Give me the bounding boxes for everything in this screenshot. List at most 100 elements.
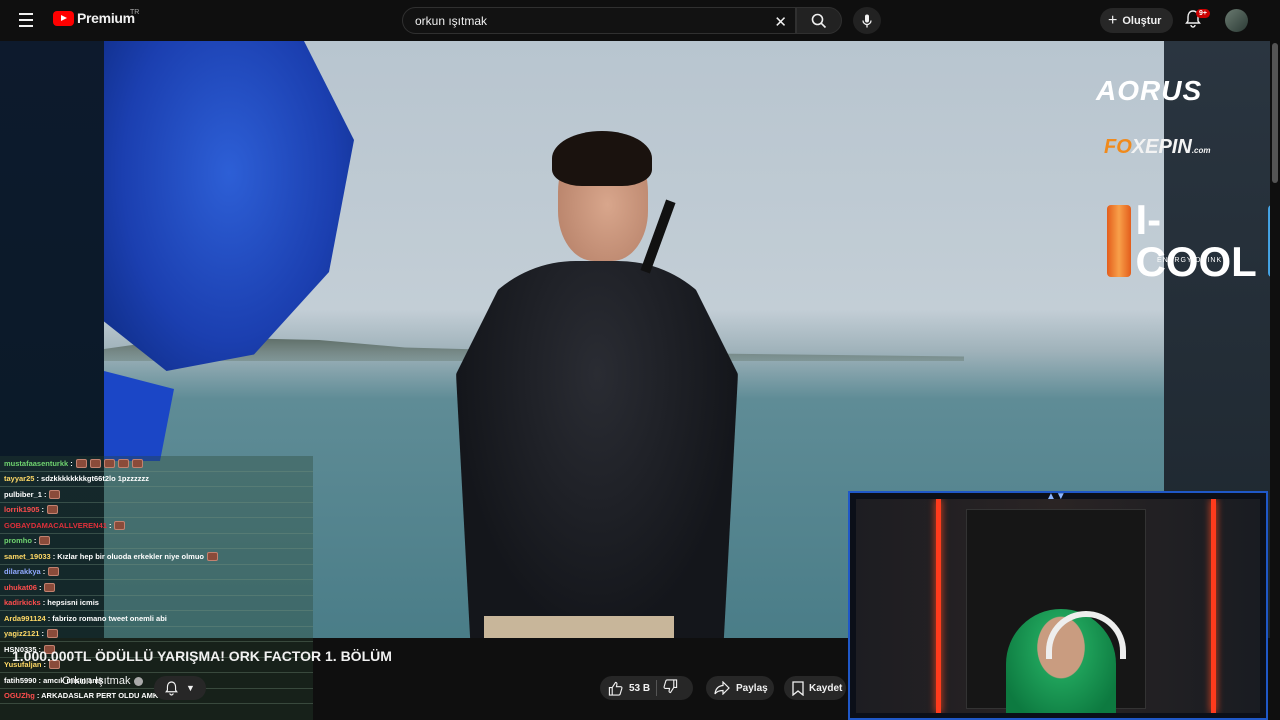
icool-subtitle: ENERGY DRINK bbox=[1157, 257, 1223, 264]
chat-text: : bbox=[42, 567, 46, 577]
chat-text: : sdzkkkkkkkkgt66t2lo 1pzzzzzz bbox=[36, 474, 149, 484]
youtube-logo[interactable]: Premium bbox=[53, 10, 135, 26]
chat-text: : Kızlar hep bir oluoda erkekler niye ol… bbox=[52, 551, 205, 561]
chat-username: fatih5990 bbox=[4, 675, 37, 685]
chat-text: : bbox=[41, 629, 44, 639]
person-pants bbox=[484, 616, 674, 638]
chat-message: samet_19033: Kızlar hep bir oluoda erkek… bbox=[0, 549, 313, 565]
channel-info[interactable]: Orkun Işıtmak bbox=[62, 675, 144, 687]
voice-search-button[interactable] bbox=[853, 7, 881, 34]
foxepin-accent: FO bbox=[1104, 136, 1132, 158]
search-button[interactable] bbox=[796, 7, 842, 34]
notification-badge: 9+ bbox=[1196, 9, 1210, 18]
webcam-frame-logo: ▲▼ bbox=[1046, 491, 1066, 502]
create-button[interactable]: + Oluştur bbox=[1100, 8, 1173, 33]
share-label: Paylaş bbox=[736, 682, 768, 694]
chat-username: GOBAYDAMACALLVEREN41 bbox=[4, 520, 107, 530]
video-title: 1.000.000TL ÖDÜLLÜ YARIŞMA! ORK FACTOR 1… bbox=[12, 648, 392, 664]
chat-emote bbox=[39, 536, 51, 546]
chat-text: : bbox=[108, 520, 112, 530]
chat-emote bbox=[49, 489, 61, 499]
chat-emote bbox=[89, 458, 101, 468]
logo-text: Premium bbox=[77, 10, 135, 26]
chat-emote bbox=[44, 582, 56, 592]
top-bar: Premium TR ✕ + Oluştur 9+ bbox=[0, 0, 1280, 41]
chat-message: Arda991124: fabrizo romano tweet onemli … bbox=[0, 611, 313, 627]
region-code: TR bbox=[130, 9, 140, 16]
chat-username: lorrik1905 bbox=[4, 505, 40, 515]
blue-tarp bbox=[104, 41, 354, 371]
verified-icon bbox=[134, 676, 144, 686]
like-dislike-group: 53 B bbox=[600, 676, 693, 700]
chat-emote bbox=[131, 458, 143, 468]
avatar[interactable] bbox=[1225, 9, 1248, 32]
chat-username: yagiz2121 bbox=[4, 629, 40, 639]
channel-name[interactable]: Orkun Işıtmak bbox=[62, 675, 130, 687]
chat-message: kadirkicks: hepsisni icmis bbox=[0, 596, 313, 611]
icool-text: I-COOL bbox=[1135, 196, 1257, 285]
webcam-feed bbox=[856, 499, 1260, 713]
scrollbar-thumb[interactable] bbox=[1272, 43, 1278, 183]
foxepin-domain: .com bbox=[1191, 146, 1211, 155]
foxepin-rest: XEPIN bbox=[1131, 136, 1192, 158]
chat-username: dilarakkya bbox=[4, 567, 41, 577]
clear-search-icon[interactable]: ✕ bbox=[774, 13, 787, 31]
chat-username: OGUZhg bbox=[4, 691, 35, 701]
icool-can-orange bbox=[1107, 205, 1132, 277]
chat-emote bbox=[46, 629, 58, 639]
like-button[interactable]: 53 B bbox=[608, 681, 650, 696]
thumbs-up-icon bbox=[608, 681, 623, 696]
chevron-down-icon: ▼ bbox=[186, 683, 195, 693]
chat-text: : bbox=[33, 536, 37, 546]
chat-emote bbox=[103, 458, 115, 468]
chat-message: GOBAYDAMACALLVEREN41: bbox=[0, 518, 313, 534]
save-button[interactable]: Kaydet bbox=[784, 676, 846, 700]
chat-message: tayyar25: sdzkkkkkkkkgt66t2lo 1pzzzzzz bbox=[0, 472, 313, 487]
chat-text: : bbox=[38, 582, 42, 592]
sponsor-foxepin: FOXEPIN.com bbox=[1104, 136, 1210, 159]
chat-message: dilarakkya: bbox=[0, 565, 313, 580]
thumbs-down-icon bbox=[663, 679, 678, 694]
save-label: Kaydet bbox=[809, 682, 843, 694]
youtube-play-icon bbox=[53, 10, 74, 26]
blue-tarp-lower bbox=[104, 371, 174, 461]
streamer-webcam-overlay bbox=[848, 491, 1268, 720]
chat-message: pulbiber_1: bbox=[0, 487, 313, 503]
chat-text: : ARKADASLAR PERT OLDU AMK bbox=[36, 691, 159, 701]
chat-emote bbox=[117, 458, 129, 468]
chat-username: uhukat06 bbox=[4, 582, 37, 592]
sponsor-icool: I-COOL bbox=[1107, 199, 1270, 283]
chat-message: promho: bbox=[0, 534, 313, 549]
like-count: 53 B bbox=[629, 682, 651, 694]
search-input[interactable] bbox=[415, 13, 755, 28]
microphone-icon bbox=[862, 14, 872, 27]
chat-username: tayyar25 bbox=[4, 474, 35, 484]
create-label: Oluştur bbox=[1122, 14, 1162, 27]
search-icon bbox=[811, 13, 827, 28]
chat-message: mustafaasenturkk: bbox=[0, 456, 313, 472]
chat-text: : bbox=[70, 458, 73, 468]
chat-message: uhukat06: bbox=[0, 580, 313, 596]
subscription-bell-button[interactable]: ▼ bbox=[154, 676, 206, 700]
chat-text: : bbox=[41, 505, 44, 515]
chat-text: : bbox=[43, 489, 47, 499]
share-button[interactable]: Paylaş bbox=[706, 676, 774, 700]
person-jacket bbox=[456, 261, 738, 638]
chat-emote bbox=[207, 551, 219, 561]
search-box[interactable]: ✕ bbox=[402, 7, 796, 34]
chat-username: Arda991124 bbox=[4, 613, 46, 623]
neon-light-left bbox=[936, 499, 941, 713]
sponsor-aorus: AORUS bbox=[1096, 75, 1203, 106]
chat-username: samet_19033 bbox=[4, 551, 51, 561]
share-icon bbox=[714, 681, 730, 695]
dislike-button[interactable] bbox=[663, 679, 678, 697]
plus-icon: + bbox=[1108, 11, 1118, 29]
chat-message: yagiz2121: bbox=[0, 627, 313, 642]
chat-username: promho bbox=[4, 536, 32, 546]
neon-light-right bbox=[1211, 499, 1216, 713]
bell-icon bbox=[165, 680, 178, 695]
menu-icon[interactable] bbox=[16, 10, 36, 30]
chat-username: mustafaasenturkk bbox=[4, 458, 69, 468]
page-scrollbar[interactable] bbox=[1270, 41, 1280, 720]
chat-username: pulbiber_1 bbox=[4, 489, 42, 499]
